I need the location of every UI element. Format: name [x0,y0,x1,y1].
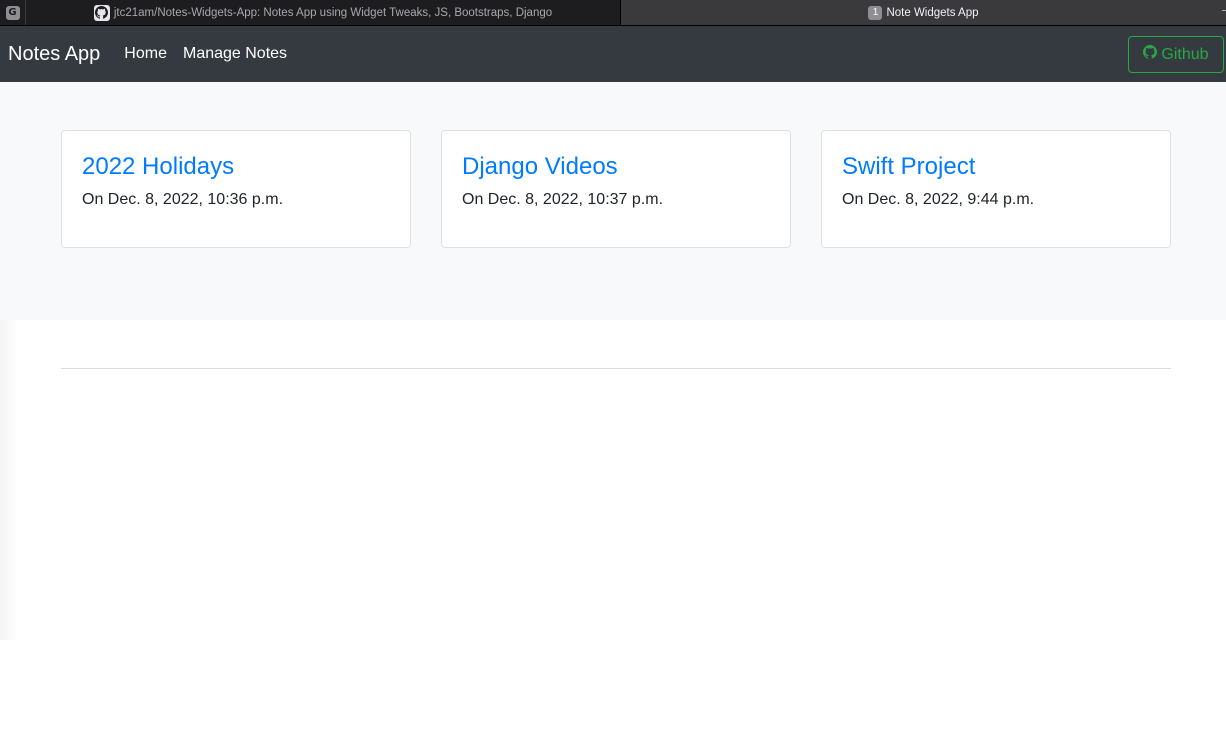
tab-number-badge: 1 [868,5,883,20]
note-title-link[interactable]: 2022 Holidays [82,152,390,182]
navbar: Notes App Home Manage Notes Github [0,26,1226,82]
tab-github-repo[interactable]: jtc21am/Notes-Widgets-App: Notes App usi… [26,0,620,25]
notes-section: 2022 Holidays On Dec. 8, 2022, 10:36 p.m… [0,82,1226,320]
note-date: On Dec. 8, 2022, 10:36 p.m. [82,191,284,208]
browser-tab-strip: G jtc21am/Notes-Widgets-App: Notes App u… [0,0,1226,26]
note-date: On Dec. 8, 2022, 10:37 p.m. [462,191,664,208]
nav-link-manage-notes[interactable]: Manage Notes [183,45,287,63]
tab-overflow-indicator [1222,10,1226,11]
github-button-label: Github [1161,45,1209,63]
tab-title: jtc21am/Notes-Widgets-App: Notes App usi… [113,6,553,19]
tab-note-widgets[interactable]: 1 Note Widgets App [620,0,1226,25]
g-icon: G [5,5,20,20]
nav-link-home[interactable]: Home [124,45,167,63]
navbar-brand[interactable]: Notes App [8,43,100,66]
note-card: 2022 Holidays On Dec. 8, 2022, 10:36 p.m… [61,130,411,248]
divider [61,368,1171,369]
note-card: Django Videos On Dec. 8, 2022, 10:37 p.m… [441,130,791,248]
note-date: On Dec. 8, 2022, 9:44 p.m. [842,191,1035,208]
note-title-link[interactable]: Swift Project [842,152,1150,182]
github-icon [93,4,110,21]
note-title-link[interactable]: Django Videos [462,152,770,182]
note-card: Swift Project On Dec. 8, 2022, 9:44 p.m. [821,130,1171,248]
tab-title: Note Widgets App [886,6,979,19]
page-edge-shadow [0,320,18,640]
note-cards: 2022 Holidays On Dec. 8, 2022, 10:36 p.m… [0,130,1226,248]
github-button[interactable]: Github [1128,36,1224,73]
github-icon [1143,45,1158,64]
pinned-tab[interactable]: G [0,0,26,25]
